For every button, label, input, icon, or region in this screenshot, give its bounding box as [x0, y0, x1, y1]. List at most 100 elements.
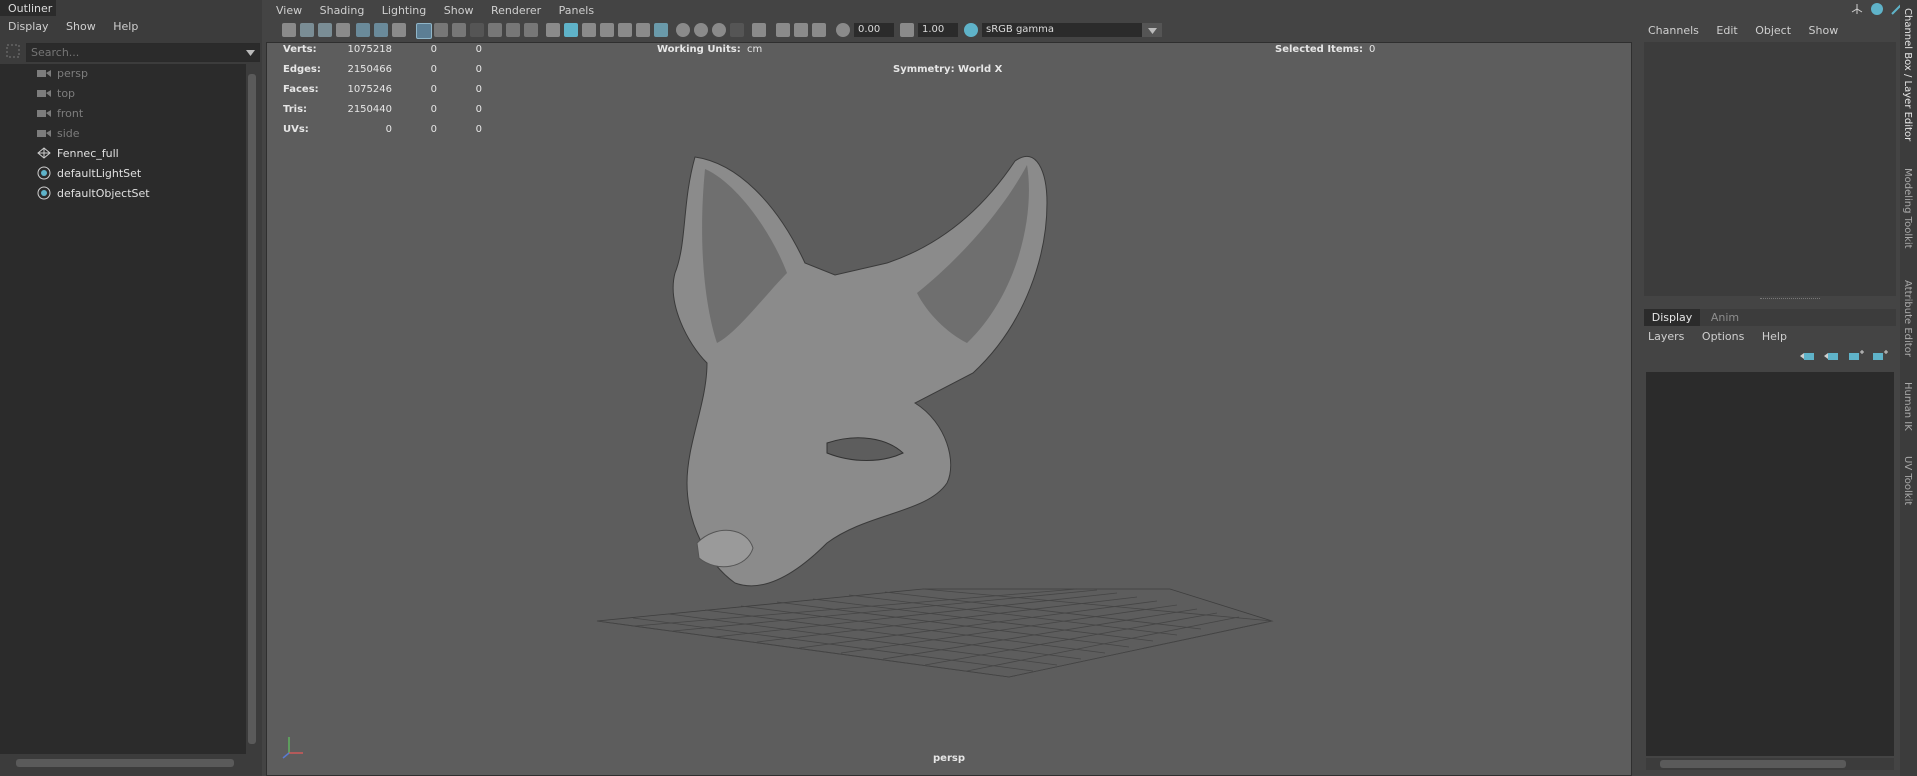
- outliner-panel: Outliner Display Show Help persp top fro…: [0, 0, 262, 776]
- color-management-icon[interactable]: [964, 23, 978, 37]
- viewport-toolbar: 0.00 1.00 sRGB gamma: [270, 20, 1630, 40]
- channel-box-menu-edit[interactable]: Edit: [1716, 24, 1737, 37]
- chevron-down-icon[interactable]: [1142, 23, 1162, 37]
- tab-anim[interactable]: Anim: [1700, 309, 1750, 326]
- side-tab-channel-box-layer-editor[interactable]: Channel Box / Layer Editor: [1902, 8, 1913, 141]
- bookmark-icon[interactable]: [318, 23, 332, 37]
- textured-icon[interactable]: [600, 23, 614, 37]
- motion-blur-icon[interactable]: [694, 23, 708, 37]
- isolate-select-icon[interactable]: [752, 23, 766, 37]
- outliner-item-label: top: [57, 86, 76, 100]
- backface-culling-icon[interactable]: [812, 23, 826, 37]
- screen-space-ao-icon[interactable]: [676, 23, 690, 37]
- move-layer-up-icon[interactable]: [1800, 350, 1816, 365]
- xray-components-icon[interactable]: [794, 23, 808, 37]
- layer-editor-tabs: Display Anim: [1644, 309, 1896, 326]
- outliner-item-top[interactable]: top: [36, 84, 75, 102]
- layer-editor-menu-layers[interactable]: Layers: [1648, 330, 1684, 343]
- shadows-icon[interactable]: [654, 23, 668, 37]
- outliner-item-persp[interactable]: persp: [36, 64, 88, 82]
- scrollbar-thumb[interactable]: [1660, 760, 1846, 768]
- layer-horizontal-scrollbar[interactable]: [1646, 758, 1894, 770]
- viewport-menu-panels[interactable]: Panels: [559, 4, 594, 17]
- outliner-tree: persp top front side Fennec_full default…: [0, 64, 248, 754]
- outliner-menu-help[interactable]: Help: [113, 20, 138, 33]
- layer-buttons: [1800, 350, 1888, 365]
- 3d-viewport[interactable]: Verts: 1075218 0 0 Edges: 2150466 0 0 Fa…: [266, 42, 1632, 776]
- camera-attributes-icon[interactable]: [300, 23, 314, 37]
- scrollbar-thumb[interactable]: [248, 74, 256, 744]
- color-space-dropdown[interactable]: sRGB gamma: [982, 23, 1142, 37]
- channel-box-menu-object[interactable]: Object: [1755, 24, 1791, 37]
- side-tab-modeling-toolkit[interactable]: Modeling Toolkit: [1902, 168, 1913, 249]
- side-tab-human-ik[interactable]: Human IK: [1902, 382, 1913, 431]
- gamma-icon[interactable]: [900, 23, 914, 37]
- new-empty-layer-icon[interactable]: [1848, 350, 1864, 365]
- outliner-item-side[interactable]: side: [36, 124, 80, 142]
- exposure-icon[interactable]: [836, 23, 850, 37]
- viewport-menu-view[interactable]: View: [276, 4, 302, 17]
- field-chart-icon[interactable]: [488, 23, 502, 37]
- splitter-handle[interactable]: [1760, 298, 1820, 303]
- fennec-mask-model: [672, 155, 1048, 587]
- resolution-gate-icon[interactable]: [452, 23, 466, 37]
- outliner-item-fennec-full[interactable]: Fennec_full: [36, 144, 119, 162]
- search-dropdown-icon[interactable]: [246, 47, 255, 60]
- camera-name-label: persp: [933, 753, 965, 764]
- safe-action-icon[interactable]: [506, 23, 520, 37]
- outliner-tab[interactable]: Outliner: [0, 0, 56, 16]
- outliner-search-input[interactable]: [27, 44, 235, 61]
- outliner-item-default-light-set[interactable]: defaultLightSet: [36, 164, 141, 182]
- viewport-menu-lighting[interactable]: Lighting: [382, 4, 426, 17]
- scene-render: [596, 155, 1274, 678]
- gamma-field[interactable]: 1.00: [918, 23, 958, 37]
- viewport-menu-renderer[interactable]: Renderer: [491, 4, 541, 17]
- outliner-item-label: Fennec_full: [57, 146, 119, 160]
- film-gate-icon[interactable]: [434, 23, 448, 37]
- filter-icon[interactable]: [6, 44, 20, 58]
- smooth-shade-icon[interactable]: [564, 23, 578, 37]
- scrollbar-thumb[interactable]: [16, 759, 234, 767]
- wireframe-icon[interactable]: [546, 23, 560, 37]
- outliner-item-front[interactable]: front: [36, 104, 83, 122]
- new-layer-from-selected-icon[interactable]: [1872, 350, 1888, 365]
- outliner-item-default-object-set[interactable]: defaultObjectSet: [36, 184, 150, 202]
- side-tab-attribute-editor[interactable]: Attribute Editor: [1902, 280, 1913, 357]
- channel-box-menu-channels[interactable]: Channels: [1648, 24, 1699, 37]
- viewport-menu-shading[interactable]: Shading: [320, 4, 365, 17]
- exposure-field[interactable]: 0.00: [854, 23, 894, 37]
- grid-icon[interactable]: [416, 23, 432, 39]
- xray-icon[interactable]: [618, 23, 632, 37]
- select-camera-icon[interactable]: [282, 23, 296, 37]
- manipulator-icon[interactable]: [1850, 2, 1864, 19]
- outliner-menubar: Display Show Help: [8, 20, 152, 33]
- depth-of-field-icon[interactable]: [730, 23, 744, 37]
- wireframe-on-shaded-icon[interactable]: [582, 23, 596, 37]
- tab-display[interactable]: Display: [1644, 309, 1700, 326]
- gate-mask-icon[interactable]: [470, 23, 484, 37]
- anti-aliasing-icon[interactable]: [712, 23, 726, 37]
- safe-title-icon[interactable]: [524, 23, 538, 37]
- viewport-menu-show[interactable]: Show: [444, 4, 474, 17]
- attribute-editor-icon[interactable]: [1870, 2, 1884, 19]
- use-all-lights-icon[interactable]: [636, 23, 650, 37]
- layer-editor-menubar: Layers Options Help: [1648, 330, 1801, 343]
- outliner-menu-show[interactable]: Show: [66, 20, 96, 33]
- side-tab-uv-toolkit[interactable]: UV Toolkit: [1902, 456, 1913, 505]
- channel-box-menu-show[interactable]: Show: [1809, 24, 1839, 37]
- image-plane-icon[interactable]: [336, 23, 350, 37]
- outliner-horizontal-scrollbar[interactable]: [2, 757, 258, 769]
- pencil-icon[interactable]: [392, 23, 406, 37]
- outliner-menu-display[interactable]: Display: [8, 20, 49, 33]
- xray-joints-icon[interactable]: [776, 23, 790, 37]
- layer-list: [1646, 372, 1894, 756]
- layer-editor-menu-help[interactable]: Help: [1762, 330, 1787, 343]
- outliner-item-label: defaultObjectSet: [57, 186, 150, 200]
- move-layer-down-icon[interactable]: [1824, 350, 1840, 365]
- 2d-pan-zoom-icon[interactable]: [374, 23, 388, 37]
- layer-editor-menu-options[interactable]: Options: [1702, 330, 1744, 343]
- channel-box-menubar: Channels Edit Object Show: [1648, 24, 1852, 37]
- outliner-item-label: side: [57, 126, 80, 140]
- grease-pencil-icon[interactable]: [356, 23, 370, 37]
- outliner-vertical-scrollbar[interactable]: [246, 64, 258, 754]
